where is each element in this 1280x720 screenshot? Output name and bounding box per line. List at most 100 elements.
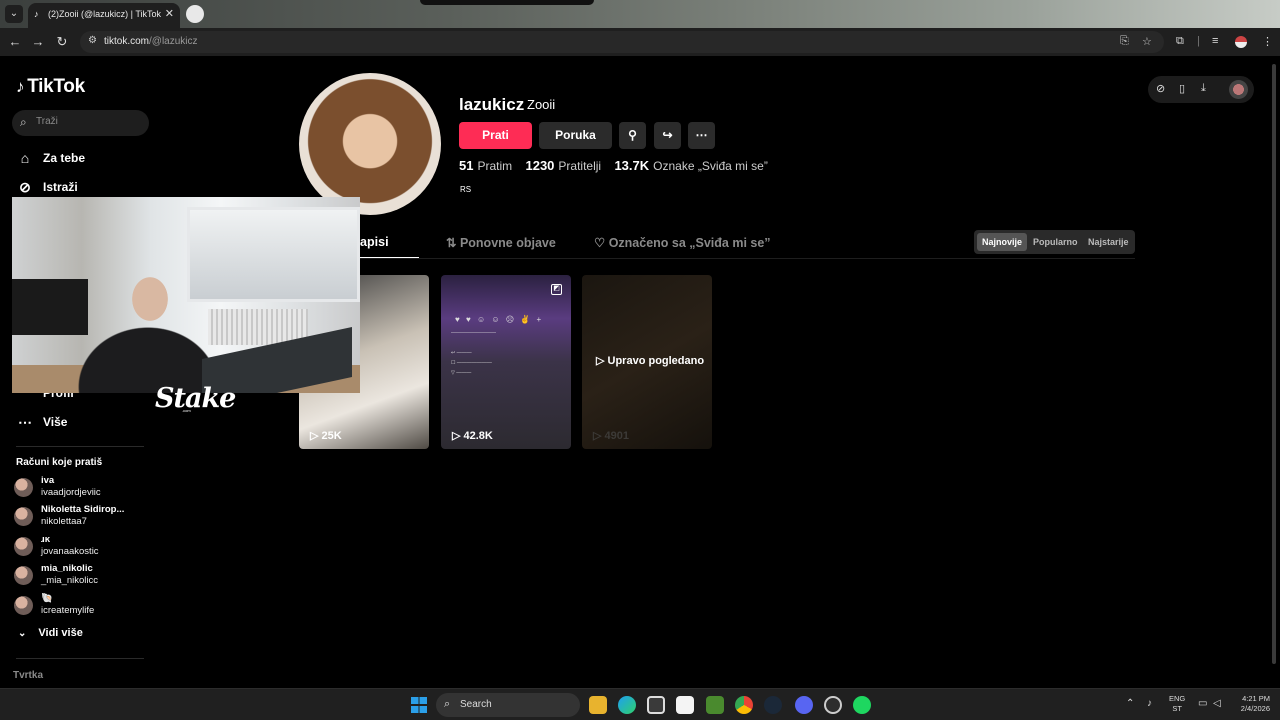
followers-label: Pratitelji [558, 159, 602, 173]
sidebar-divider [16, 658, 144, 659]
sort-toggle: Najnovije Popularno Najstarije [974, 230, 1135, 254]
chrome-icon[interactable] [735, 696, 753, 714]
network-icon[interactable]: ▭ [1198, 698, 1207, 709]
taskbar-search[interactable]: ⌕ Search [436, 693, 580, 717]
volume-icon[interactable]: ◁ [1213, 698, 1221, 709]
avatar [14, 507, 33, 526]
avatar [14, 596, 33, 615]
account-handle: jovanaakostic [41, 546, 99, 557]
extensions-icon[interactable]: ⧉ [1176, 35, 1184, 48]
back-arrow-icon[interactable]: ← [7, 34, 23, 50]
address-bar[interactable]: ⚙ tiktok.com/@lazukicz ⎘ ☆ [80, 31, 1164, 53]
chevron-down-icon: ⌄ [18, 628, 27, 639]
search-icon: ⌕ [20, 115, 27, 129]
floating-tools: ⊘ ▯ ⤓ [1148, 76, 1254, 103]
avatar[interactable] [1229, 80, 1248, 99]
tab-liked[interactable]: ♡ Označeno sa „Sviđa mi se” [594, 235, 771, 250]
input-language[interactable]: ENG ST [1169, 694, 1185, 714]
view-count: ▷ 42.8K [452, 430, 493, 442]
tab-title: (2)Zooii (@lazukicz) | TikTok [48, 9, 161, 19]
profile-nickname: Zooii [527, 97, 556, 112]
follow-button[interactable]: Prati [459, 122, 532, 149]
tab-close-icon[interactable]: ✕ [165, 3, 174, 26]
tiktok-favicon-icon: ♪ [34, 9, 39, 19]
nav-item-for-you[interactable]: ⌂ Za tebe [16, 147, 85, 169]
heart-icon: ♡ [594, 236, 609, 250]
windows-start-icon[interactable] [411, 697, 427, 713]
search-box[interactable]: ⌕ [12, 110, 149, 136]
edge-icon[interactable] [618, 696, 636, 714]
reload-icon[interactable]: ↻ [54, 34, 70, 50]
download-icon[interactable]: ⤓ [1201, 82, 1206, 95]
share-icon[interactable]: ↪ [654, 122, 681, 149]
following-section-title: Računi koje pratiš [16, 457, 103, 468]
message-button[interactable]: Poruka [539, 122, 612, 149]
video-thumbnail-content: ♥ ♥ ☺ ☺ ☹ ✌ + ————————— ↩ ——— ☐ ——————— … [451, 315, 544, 376]
browser-profile-avatar[interactable] [1235, 36, 1247, 48]
following-account[interactable]: 🐚 icreatemylife [14, 593, 144, 619]
store-icon[interactable] [647, 696, 665, 714]
sort-oldest[interactable]: Najstarije [1083, 233, 1134, 251]
nav-item-explore[interactable]: ⊘ Istraži [16, 176, 78, 198]
new-tab-button[interactable] [186, 5, 204, 23]
reading-list-icon[interactable]: ≡ [1212, 35, 1218, 47]
following-count: 51 [459, 158, 474, 173]
avatar [14, 537, 33, 556]
following-account[interactable]: Nikoletta Sidirop... nikolettaa7 [14, 504, 144, 530]
suggested-accounts-icon[interactable]: ⚲ [619, 122, 646, 149]
tray-overflow-icon[interactable]: ⌃ [1126, 698, 1134, 709]
following-label: Pratim [477, 159, 513, 173]
see-more-button[interactable]: ⌄ Vidi više [18, 627, 83, 639]
likes-count: 13.7K [614, 158, 650, 173]
following-account[interactable]: mia_nikolic _mia_nikolicc [14, 563, 144, 589]
compass-icon[interactable]: ⊘ [1156, 82, 1165, 95]
following-account[interactable]: iva ivaadjordjeviic [14, 475, 144, 501]
tab-reposts[interactable]: ⇅ Ponovne objave [446, 235, 556, 250]
microphone-icon[interactable]: ♪ [1147, 698, 1152, 709]
profile-avatar[interactable] [299, 73, 441, 215]
search-input[interactable] [36, 116, 136, 127]
discord-icon[interactable] [795, 696, 813, 714]
view-count: ▷ 4901 [593, 430, 629, 442]
video-card[interactable]: ◩ ♥ ♥ ☺ ☺ ☹ ✌ + ————————— ↩ ——— ☐ ——————… [441, 275, 571, 449]
tiktok-logo[interactable]: ♪ TikTok [16, 76, 85, 98]
view-count: ▷ 25K [310, 430, 342, 442]
sort-popular[interactable]: Popularno [1028, 233, 1083, 251]
app-icon[interactable] [824, 696, 842, 714]
more-icon: ⋯ [18, 413, 32, 430]
url-text[interactable]: tiktok.com/@lazukicz [104, 36, 198, 47]
taskbar-clock[interactable]: 4:21 PM 2/4/2026 [1230, 694, 1270, 714]
tab-search-icon[interactable]: ⌄ [5, 5, 23, 23]
home-icon: ⌂ [20, 150, 30, 166]
file-explorer-icon[interactable] [589, 696, 607, 714]
install-app-icon[interactable]: ⎘ [1120, 35, 1129, 48]
forward-arrow-icon[interactable]: → [30, 34, 46, 50]
following-account[interactable]: ɹĸ jovanaakostic [14, 534, 144, 560]
account-handle: _mia_nikolicc [41, 575, 99, 586]
screen-notch [420, 0, 594, 5]
sort-newest[interactable]: Najnovije [977, 233, 1028, 251]
stake-logo: Stake [155, 383, 236, 414]
app-icon[interactable] [676, 696, 694, 714]
browser-tab[interactable]: ♪ (2)Zooii (@lazukicz) | TikTok ✕ [28, 3, 180, 28]
nav-item-more[interactable]: ⋯ Više [16, 411, 67, 433]
account-name: iva [41, 475, 55, 486]
more-options-icon[interactable]: ⋯ [688, 122, 715, 149]
minecraft-icon[interactable] [706, 696, 724, 714]
sidebar-divider [16, 446, 144, 447]
profile-username: lazukicz [459, 95, 525, 114]
avatar [14, 566, 33, 585]
device-icon[interactable]: ▯ [1179, 82, 1185, 95]
taskbar: ⌕ Search ⌃ ♪ ENG ST ▭ ◁ 4:21 PM 2/4/2026 [0, 688, 1280, 720]
bookmark-star-icon[interactable]: ☆ [1142, 35, 1152, 48]
account-name: mia_nikolic [41, 563, 93, 574]
site-info-icon[interactable]: ⚙ [88, 35, 97, 46]
browser-menu-icon[interactable]: ⋮ [1262, 35, 1273, 48]
steam-icon[interactable] [764, 696, 782, 714]
repost-icon: ⇅ [446, 236, 460, 250]
browser-tabstrip: ⌄ ♪ (2)Zooii (@lazukicz) | TikTok ✕ [0, 0, 1280, 28]
scrollbar[interactable] [1272, 64, 1276, 664]
video-card[interactable]: ▷ Upravo pogledano ▷ 4901 [582, 275, 712, 449]
spotify-icon[interactable] [853, 696, 871, 714]
company-section-title[interactable]: Tvrtka [13, 670, 43, 681]
